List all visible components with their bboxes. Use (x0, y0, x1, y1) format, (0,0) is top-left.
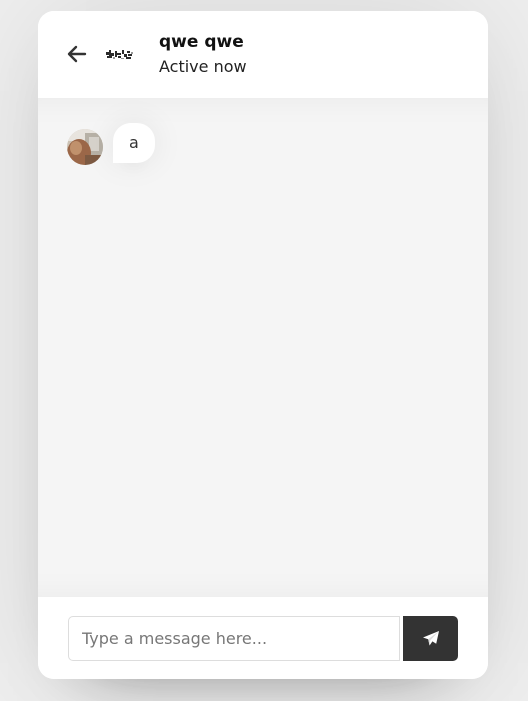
chat-window: qwe qwe Active now a (38, 11, 488, 679)
typing-area (38, 597, 488, 679)
contact-status: Active now (159, 57, 247, 76)
contact-name: qwe qwe (159, 32, 244, 52)
paper-plane-icon (422, 631, 439, 646)
message-input[interactable] (68, 616, 400, 661)
send-button[interactable] (403, 616, 458, 661)
message-bubble: a (113, 123, 155, 163)
incoming-message: a (67, 123, 155, 165)
message-text: a (129, 133, 139, 152)
chat-box[interactable]: a (38, 99, 488, 597)
sender-avatar (67, 129, 103, 165)
back-button[interactable] (65, 43, 89, 65)
contact-details: qwe qwe Active now (159, 31, 247, 78)
contact-avatar (106, 50, 133, 59)
chat-header: qwe qwe Active now (38, 11, 488, 99)
arrow-left-icon (67, 45, 87, 63)
